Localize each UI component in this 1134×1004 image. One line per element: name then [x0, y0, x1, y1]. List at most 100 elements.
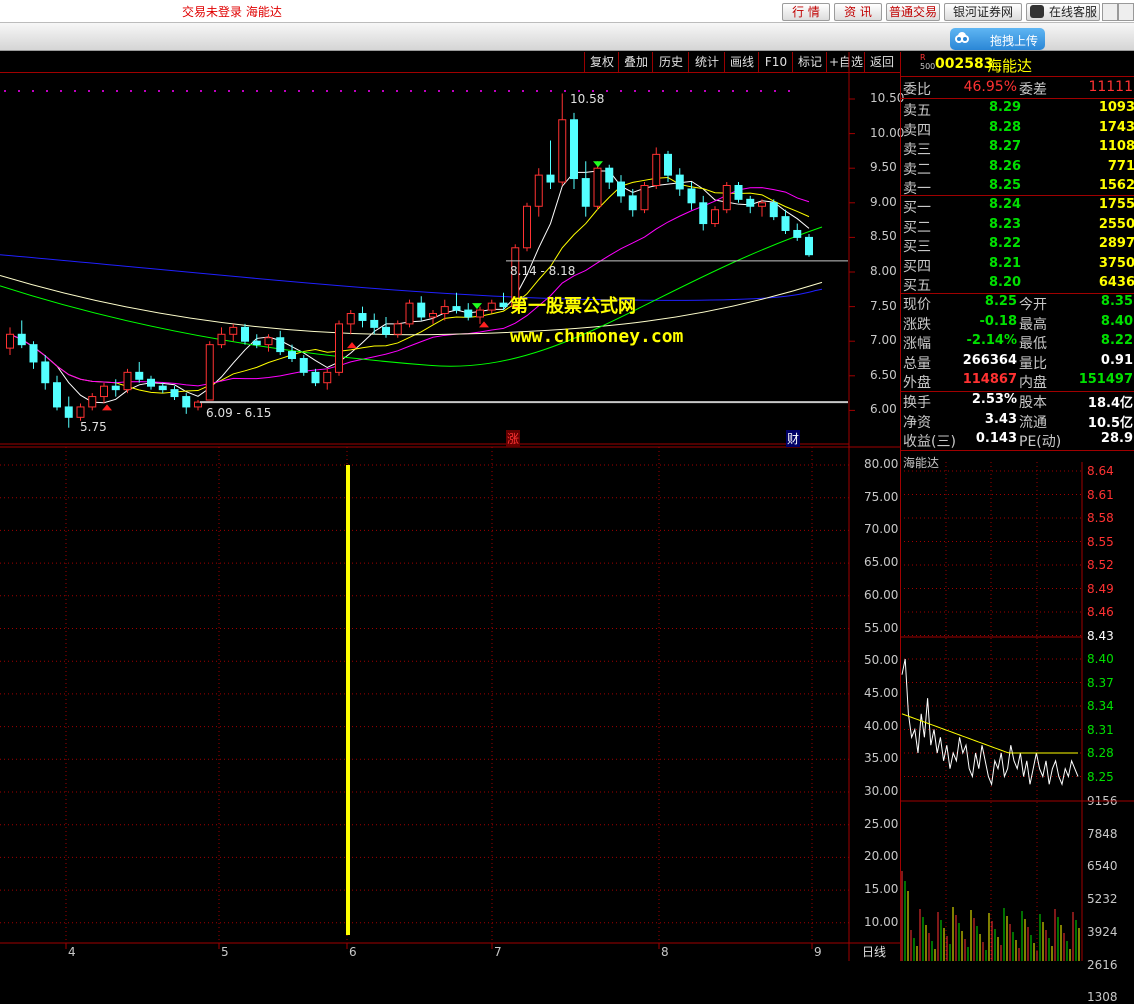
candle-body	[487, 302, 496, 311]
candle-body	[464, 309, 473, 318]
candle-body	[593, 167, 602, 207]
date-axis-label: 9	[814, 945, 822, 959]
signal-dot	[452, 90, 454, 92]
indicator-axis-label: 55.00	[864, 620, 899, 635]
kline-chart[interactable]	[0, 0, 900, 961]
candle-body	[311, 371, 320, 384]
watermark-url: www.chnmoney.com	[510, 326, 684, 347]
candle-body	[370, 319, 379, 328]
minute-volume-label: 1308	[1087, 990, 1118, 1004]
candle-body	[781, 216, 790, 231]
indicator-axis-label: 35.00	[864, 751, 899, 766]
candle-body	[335, 323, 343, 373]
signal-dot	[312, 90, 314, 92]
ma120-line	[0, 254, 823, 301]
service-avatar-icon	[1030, 5, 1044, 18]
signal-dot	[620, 90, 622, 92]
candle-body	[440, 306, 449, 315]
candle-body	[346, 313, 355, 325]
candle-body	[664, 153, 672, 176]
candle-body	[711, 209, 719, 225]
signal-dot	[732, 90, 734, 92]
period-label[interactable]: 日线	[862, 943, 886, 960]
price-axis-label: 6.00	[870, 402, 897, 417]
candle-body	[264, 337, 273, 346]
minimize-icon[interactable]	[1102, 3, 1118, 21]
candle-body	[523, 205, 531, 249]
indicator-axis-label: 70.00	[864, 522, 899, 537]
candle-body	[53, 382, 61, 408]
candle-body	[687, 188, 696, 204]
candle-body	[617, 181, 625, 197]
signal-dot	[200, 90, 202, 92]
candle-body	[722, 185, 731, 211]
minute-chart[interactable]	[900, 52, 1134, 961]
candle-body	[793, 229, 802, 238]
signal-dot	[74, 90, 76, 92]
signal-dot	[382, 90, 384, 92]
candle-body	[429, 313, 437, 318]
date-axis-label: 8	[661, 945, 669, 959]
price-axis-label: 7.50	[870, 298, 897, 313]
candle-body	[558, 119, 567, 183]
limit-up-mark[interactable]: 涨	[506, 430, 521, 447]
candle-body	[88, 396, 97, 408]
cloud-icon	[955, 32, 969, 43]
signal-dot	[410, 90, 412, 92]
indicator-axis-label: 20.00	[864, 849, 899, 864]
finance-mark[interactable]: 财	[786, 430, 801, 447]
candle-body	[405, 302, 414, 325]
candle-body	[699, 202, 708, 225]
date-axis-label: 7	[494, 945, 502, 959]
signal-dot	[18, 90, 20, 92]
gap-label-1: 6.09 - 6.15	[206, 406, 272, 420]
candle-body	[734, 185, 743, 200]
signal-dot	[704, 90, 706, 92]
signal-dot	[88, 90, 90, 92]
indicator-axis-label: 80.00	[864, 457, 899, 471]
online-service-button[interactable]: 在线客服	[1026, 3, 1100, 21]
close-icon[interactable]	[1118, 3, 1134, 21]
signal-dot	[368, 90, 370, 92]
candle-body	[135, 371, 144, 380]
candle-body	[499, 302, 508, 308]
candle-body	[76, 406, 85, 418]
candle-body	[476, 309, 484, 318]
signal-dot	[102, 90, 104, 92]
price-axis-label: 7.00	[870, 333, 897, 348]
indicator-axis-label: 65.00	[864, 555, 899, 570]
signal-dot	[676, 90, 678, 92]
indicator-axis-label: 40.00	[864, 718, 899, 733]
signal-dot	[634, 90, 636, 92]
candle-body	[758, 202, 766, 207]
gap-label-2: 8.14 - 8.18	[510, 264, 576, 278]
candle-body	[382, 326, 390, 335]
signal-dot	[326, 90, 328, 92]
candle-body	[546, 174, 555, 183]
broker-site-button[interactable]: 银河证券网	[944, 3, 1022, 21]
signal-dot	[46, 90, 48, 92]
candle-body	[217, 333, 226, 346]
candle-body	[229, 326, 238, 335]
indicator-bar	[346, 465, 350, 935]
indicator-axis-label: 75.00	[864, 489, 899, 504]
candle-body	[628, 195, 637, 211]
drag-upload-button[interactable]: 拖拽上传	[950, 28, 1045, 50]
candle-body	[205, 344, 214, 401]
signal-dot	[536, 90, 538, 92]
signal-dot	[466, 90, 468, 92]
signal-dot	[158, 90, 160, 92]
signal-dot	[508, 90, 510, 92]
signal-dot	[662, 90, 664, 92]
candles	[6, 93, 848, 428]
candle-body	[640, 185, 649, 211]
price-axis-label: 9.00	[870, 194, 897, 209]
price-axis-label: 6.50	[870, 367, 897, 382]
signal-dot	[186, 90, 188, 92]
candle-body	[299, 358, 308, 373]
price-axis-label: 9.50	[870, 160, 897, 175]
candle-body	[581, 178, 590, 207]
indicator-axis-label: 25.00	[864, 816, 899, 831]
indicator-axis-label: 60.00	[864, 587, 899, 602]
candle-body	[417, 302, 426, 318]
